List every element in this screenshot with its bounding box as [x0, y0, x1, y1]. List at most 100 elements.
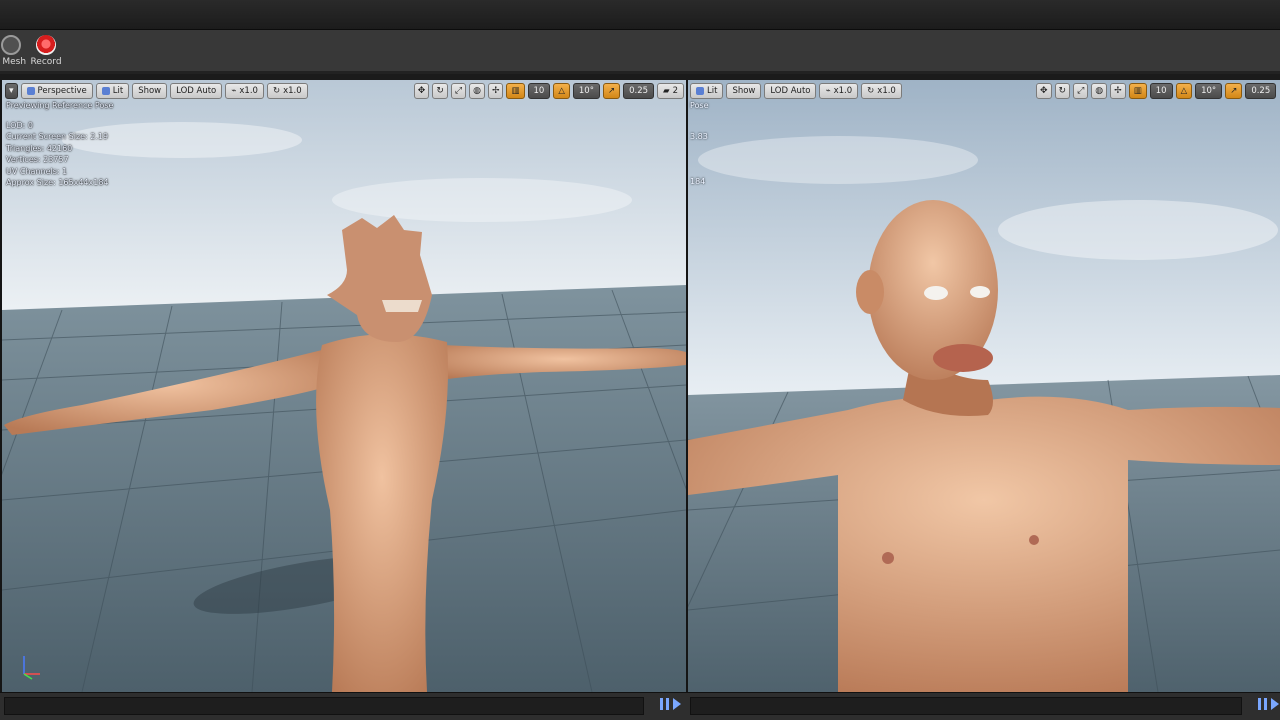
show-button[interactable]: Show [132, 83, 168, 99]
playback-speed-button[interactable]: ⌁ x1.0 [225, 83, 264, 99]
camera-speed-icon: ▰ [663, 86, 670, 96]
menu-arrow-icon: ▾ [9, 86, 14, 96]
uv-channels-text: UV Channels: 1 [6, 166, 68, 176]
vertices-text: Vertices: 23757 [6, 155, 69, 164]
lit-icon [696, 87, 704, 95]
turntable-label: x1.0 [283, 86, 302, 96]
record-button[interactable]: Record [28, 33, 64, 71]
world-local-icon[interactable]: ◍ [1091, 83, 1108, 99]
lit-button[interactable]: Lit [95, 83, 130, 99]
rotation-snap-toggle[interactable]: △ [1175, 83, 1193, 99]
perspective-button[interactable]: Perspective [20, 83, 93, 99]
play-icon[interactable] [1271, 698, 1279, 710]
grid-icon: ▥ [1133, 86, 1142, 96]
rotation-snap-label: 10° [578, 86, 594, 96]
angle-icon: △ [558, 86, 565, 96]
angle-icon: △ [1180, 86, 1188, 96]
show-label: Show [138, 86, 162, 96]
pause-icon[interactable] [1258, 698, 1267, 710]
camera-icon [26, 87, 35, 95]
right-playback-controls [1258, 698, 1279, 710]
rotate-icon[interactable]: ↻ [432, 83, 448, 99]
lod-button[interactable]: LOD Auto [170, 83, 223, 99]
scale-snap-toggle[interactable]: ↗ [1225, 83, 1243, 99]
right-turntable-speed-button[interactable]: ↻ x1.0 [861, 83, 902, 99]
right-viewport-toolbar: Lit Show LOD Auto ⌁ x1.0 ↻ x1.0 [690, 82, 902, 100]
preview-pose-text: Previewing Reference Pose [6, 101, 114, 110]
left-transform-toolbar: ✥ ↻ ⤢ ◍ ✢ ▥ 10 △ 10° ↗ 0.25 ▰ 2 [413, 82, 684, 100]
grid-snap-label: 10 [533, 86, 545, 96]
lod-label: LOD Auto [176, 86, 217, 96]
show-label: Show [732, 86, 756, 96]
right-lod-button[interactable]: LOD Auto [764, 83, 817, 99]
scale-snap-value[interactable]: 0.25 [1245, 83, 1277, 99]
screen-size-text: 3.83 [690, 131, 708, 141]
pose-text: Pose [690, 101, 709, 110]
scale-snap-label: 0.25 [1251, 86, 1271, 96]
right-transform-toolbar: ✥ ↻ ⤢ ◍ ✢ ▥ 10 △ 10° ↗ 0.25 [1036, 82, 1277, 100]
timeline-bar [0, 692, 1280, 720]
speed-label: x1.0 [833, 86, 853, 96]
right-timeline-scrubber[interactable] [690, 697, 1242, 715]
right-playback-speed-button[interactable]: ⌁ x1.0 [819, 83, 859, 99]
translate-icon[interactable]: ✥ [1036, 83, 1052, 99]
scale-snap-icon: ↗ [607, 86, 616, 96]
speed-label: x1.0 [239, 86, 258, 96]
scale-icon[interactable]: ⤢ [1073, 83, 1089, 99]
lod-label: LOD Auto [770, 86, 811, 96]
turntable-icon: ↻ [272, 86, 281, 96]
right-viewport[interactable]: Lit Show LOD Auto ⌁ x1.0 ↻ x1.0 ✥ ↻ ⤢ ◍ ✢ … [688, 80, 1280, 692]
left-viewport-toolbar: ▾ Perspective Lit Show LOD Auto ⌁ x1.0 ↻ x… [5, 82, 308, 100]
mesh-button-label: t Mesh [0, 57, 27, 67]
surface-snap-icon[interactable]: ✢ [1110, 83, 1126, 99]
right-lit-button[interactable]: Lit [690, 83, 724, 99]
lit-icon [101, 87, 110, 95]
scale-snap-icon: ↗ [1230, 86, 1238, 96]
rotation-snap-label: 10° [1201, 86, 1217, 96]
right-scene [688, 80, 1280, 692]
turntable-label: x1.0 [877, 86, 896, 96]
scale-snap-value[interactable]: 0.25 [623, 83, 655, 99]
rotate-icon[interactable]: ↻ [1054, 83, 1071, 99]
rotation-snap-value[interactable]: 10° [572, 83, 600, 99]
right-show-button[interactable]: Show [726, 83, 762, 99]
viewport-options-dropdown[interactable]: ▾ [5, 83, 18, 99]
rotation-snap-toggle[interactable]: △ [553, 83, 570, 99]
camera-speed-button[interactable]: ▰ 2 [657, 83, 684, 99]
left-viewport[interactable]: ▾ Perspective Lit Show LOD Auto ⌁ x1.0 ↻ x… [2, 80, 686, 692]
rotation-snap-value[interactable]: 10° [1195, 83, 1223, 99]
main-toolbar: t Mesh Record [0, 30, 1280, 74]
mesh-button[interactable]: t Mesh [0, 33, 28, 71]
approx-size-text: 184 [690, 177, 706, 186]
world-local-icon[interactable]: ◍ [469, 83, 485, 99]
translate-icon[interactable]: ✥ [413, 83, 430, 99]
title-bar [0, 0, 1280, 30]
perspective-label: Perspective [37, 86, 87, 96]
triangles-text: Triangles: 42160 [6, 143, 73, 153]
mesh-icon [1, 35, 21, 55]
lit-label: Lit [707, 86, 718, 96]
scale-snap-toggle[interactable]: ↗ [602, 83, 621, 99]
record-icon [36, 35, 56, 55]
scale-snap-label: 0.25 [629, 86, 649, 96]
turntable-speed-button[interactable]: ↻ x1.0 [266, 83, 308, 99]
screen-size-text: Current Screen Size: 2.19 [6, 132, 109, 141]
grid-snap-value[interactable]: 10 [527, 83, 551, 99]
turntable-icon: ↻ [867, 86, 875, 96]
left-stats-overlay: Previewing Reference Pose LOD: 0 Current… [6, 100, 113, 189]
grid-snap-label: 10 [1155, 86, 1167, 96]
grid-snap-toggle[interactable]: ▥ [1128, 83, 1147, 99]
lod-text: LOD: 0 [6, 120, 33, 130]
grid-snap-toggle[interactable]: ▥ [506, 83, 525, 99]
approx-size-text: Approx Size: 165x44x184 [6, 178, 109, 187]
scale-icon[interactable]: ⤢ [450, 83, 467, 99]
persona-editor-window: t Mesh Record [0, 0, 1280, 720]
grid-snap-value[interactable]: 10 [1149, 83, 1173, 99]
camera-speed-label: 2 [672, 86, 678, 96]
play-icon[interactable] [673, 698, 681, 710]
surface-snap-icon[interactable]: ✢ [487, 83, 504, 99]
left-timeline-scrubber[interactable] [4, 697, 644, 715]
pause-icon[interactable] [660, 698, 669, 710]
left-playback-controls [660, 698, 681, 710]
lit-label: Lit [112, 86, 124, 96]
